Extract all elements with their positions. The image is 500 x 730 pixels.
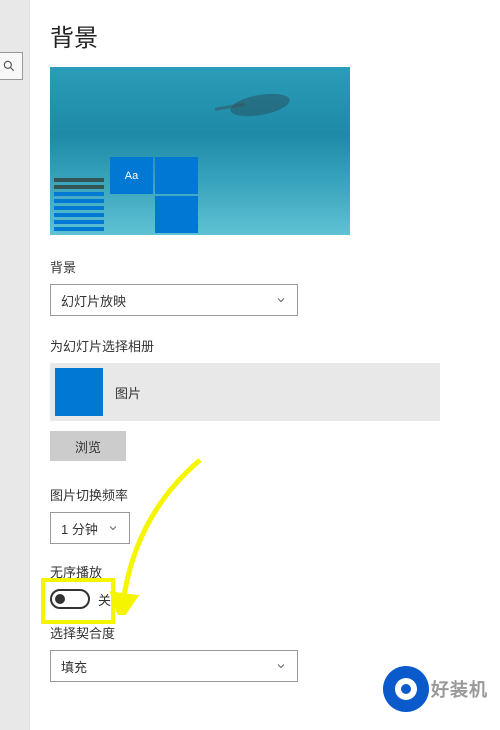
- background-dropdown[interactable]: 幻灯片放映: [50, 284, 298, 316]
- background-label: 背景: [50, 257, 480, 276]
- toggle-knob: [55, 594, 65, 604]
- preview-tiles: Aa: [108, 155, 200, 235]
- desktop-preview: Aa: [50, 67, 350, 235]
- watermark-text: 好装机: [431, 676, 488, 702]
- chevron-down-icon: [275, 294, 287, 306]
- preview-taskbar: [50, 155, 108, 235]
- shuffle-label: 无序播放: [50, 562, 480, 581]
- interval-label: 图片切换频率: [50, 485, 480, 504]
- chevron-down-icon: [107, 522, 119, 534]
- album-folder-name: 图片: [115, 383, 141, 402]
- search-icon: [2, 59, 16, 73]
- watermark-logo-icon: [383, 666, 429, 712]
- shuffle-toggle[interactable]: [50, 589, 90, 609]
- search-icon-box[interactable]: [0, 52, 23, 80]
- album-thumbnail: [55, 368, 103, 416]
- page-title: 背景: [50, 18, 480, 53]
- preview-tile-aa: Aa: [110, 157, 153, 194]
- album-selection[interactable]: 图片: [50, 363, 440, 421]
- main-content: 背景 Aa 背景 幻灯片放映 为幻灯片选择相册 图片 浏览 图片切换频率 1 分…: [30, 0, 500, 730]
- preview-scene-element: [229, 90, 292, 120]
- fit-label: 选择契合度: [50, 623, 480, 642]
- interval-dropdown[interactable]: 1 分钟: [50, 512, 130, 544]
- browse-button[interactable]: 浏览: [50, 431, 126, 461]
- left-sidebar: [0, 0, 30, 730]
- interval-dropdown-value: 1 分钟: [61, 519, 98, 538]
- watermark: 好装机: [383, 666, 488, 712]
- preview-start-overlay: Aa: [50, 155, 200, 235]
- shuffle-state-label: 关: [98, 590, 111, 609]
- shuffle-row: 关: [50, 589, 480, 609]
- background-dropdown-value: 幻灯片放映: [61, 291, 126, 310]
- chevron-down-icon: [275, 660, 287, 672]
- album-label: 为幻灯片选择相册: [50, 336, 480, 355]
- fit-dropdown-value: 填充: [61, 657, 87, 676]
- fit-dropdown[interactable]: 填充: [50, 650, 298, 682]
